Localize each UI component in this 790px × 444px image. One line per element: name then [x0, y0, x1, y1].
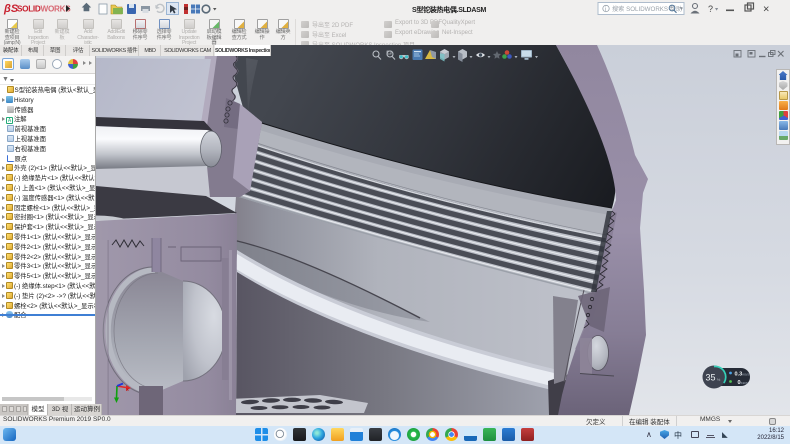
- svg-text:搜索 SOLIDWORKS 帮助: 搜索 SOLIDWORKS 帮助: [612, 5, 682, 13]
- svg-text:×: ×: [763, 4, 769, 16]
- svg-text:?: ?: [708, 4, 713, 14]
- svg-text:i: i: [605, 7, 606, 13]
- svg-text:x: x: [126, 387, 129, 393]
- svg-text:%: %: [717, 377, 721, 382]
- svg-text:35: 35: [706, 373, 716, 383]
- svg-text:SOLIDWORKS: SOLIDWORKS: [17, 5, 71, 14]
